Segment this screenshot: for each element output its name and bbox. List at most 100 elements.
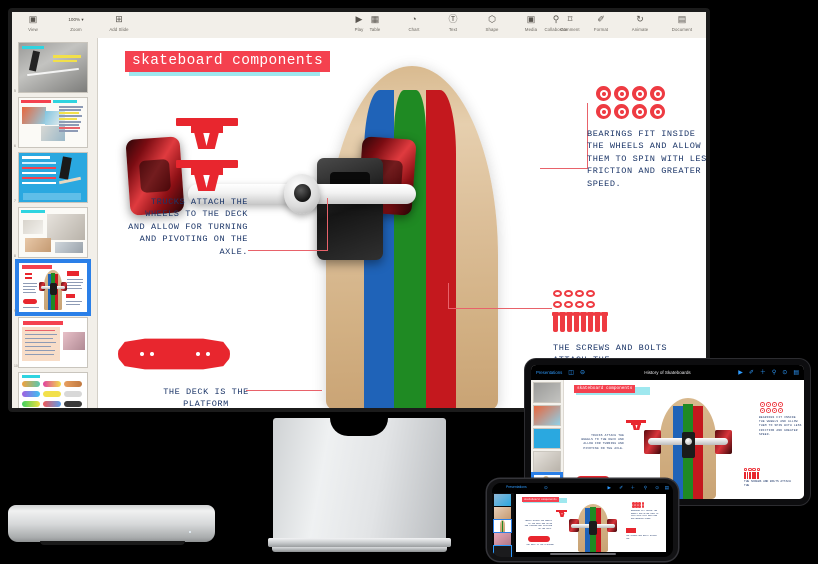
slide-thumbnail-7[interactable]: [18, 152, 88, 203]
bolt-row: [552, 312, 608, 332]
ipad-slide-thumbnail-6[interactable]: [533, 405, 561, 426]
slide-thumbnail-10[interactable]: [18, 317, 88, 368]
nut-icon: [586, 301, 595, 308]
deck-bolt-hole: [206, 352, 210, 356]
sidebar-toggle-icon[interactable]: ◫: [568, 370, 574, 376]
animate-button[interactable]: ↻ Animate: [627, 14, 653, 32]
iphone-slide-canvas[interactable]: skateboard components BEARINGS FIT INSID…: [516, 494, 666, 552]
insert-icon[interactable]: ＋: [760, 370, 766, 376]
bearings-graphic[interactable]: [596, 86, 665, 119]
iphone-slide-thumbnail-5[interactable]: [494, 494, 511, 506]
more-icon[interactable]: ⊙: [782, 370, 787, 376]
iphone-toolbar[interactable]: Presentations ⊙ ▶ ✐ ＋ ⚲ ⊙ ▤: [492, 483, 673, 493]
iphone-slide-thumbnail-8[interactable]: [494, 533, 511, 545]
trucks-graphic[interactable]: [176, 118, 238, 202]
table-icon: ▦: [370, 14, 380, 24]
format-label: Format: [593, 26, 609, 32]
collaborate-button[interactable]: ⚲ Collaborate: [536, 14, 576, 32]
ipad-toolbar[interactable]: Presentations ◫ ⊖ History of Skateboards…: [531, 365, 804, 380]
animate-icon: ↻: [636, 14, 644, 24]
chart-button[interactable]: ◔ Chart: [401, 14, 427, 32]
slide-thumbnail-5[interactable]: [18, 42, 88, 93]
insert-icon[interactable]: ＋: [631, 485, 636, 491]
bearing-icon: [650, 104, 665, 119]
format-button[interactable]: ✐ Format: [588, 14, 614, 32]
ipad-callout-trucks: TRUCKS ATTACH THE WHEELS TO THE DECK AND…: [581, 434, 624, 450]
ipad-slide-thumbnail-8[interactable]: [533, 451, 561, 472]
bolt-icon: [580, 312, 587, 332]
zoom-label: Zoom: [70, 26, 82, 32]
collaborate-icon[interactable]: ⚲: [772, 370, 776, 376]
screws-graphic[interactable]: [552, 290, 608, 332]
list-item[interactable]: 6: [14, 97, 92, 148]
slide-number: 9: [14, 309, 16, 313]
list-item[interactable]: 8: [14, 207, 92, 258]
more-icon[interactable]: ⊙: [655, 485, 659, 491]
deck-shape-graphic[interactable]: [118, 338, 230, 370]
slide-thumbnail-6[interactable]: [18, 97, 88, 148]
slide-thumbnail-8[interactable]: [18, 207, 88, 258]
text-icon: Ⓣ: [448, 14, 458, 24]
imac-display: ▣ View 100% ▾ Zoom ⊞ Add Slide ▶ Play ▦ …: [8, 8, 710, 412]
slide-number: 6: [14, 144, 16, 148]
text-button[interactable]: Ⓣ Text: [440, 14, 466, 32]
bolt-icon: [594, 312, 601, 332]
slide-thumbnail-9[interactable]: [15, 259, 91, 316]
iphone-slide-thumbnail-6[interactable]: [494, 507, 511, 519]
bolt-icon: [573, 312, 580, 332]
slide-canvas[interactable]: skateboard components TRUCKS ATTACH THE …: [98, 38, 706, 408]
slide-title-group[interactable]: skateboard components: [125, 51, 331, 76]
bearing-icon: [596, 86, 611, 101]
ipad-slide-thumbnail-7[interactable]: [533, 428, 561, 449]
document-icon[interactable]: ▤: [665, 485, 669, 491]
play-icon[interactable]: ▶: [738, 370, 743, 376]
slide-navigator[interactable]: 5 6 7 8 9 10: [12, 38, 98, 408]
bolt-icon: [601, 312, 608, 332]
callout-bearings[interactable]: BEARINGS FIT INSIDE THE WHEELS AND ALLOW…: [587, 128, 706, 190]
iphone-slide-navigator[interactable]: [492, 493, 514, 557]
toolbar-left-group: ▣ View 100% ▾ Zoom ⊞ Add Slide: [20, 14, 132, 32]
animate-label: Animate: [631, 26, 649, 32]
iphone-deck-shape: [528, 536, 550, 542]
nut-icon: [564, 290, 573, 297]
ipad-slide-title: skateboard components: [574, 385, 636, 393]
iphone-screen: Presentations ⊙ ▶ ✐ ＋ ⚲ ⊙ ▤ skateboard c…: [492, 483, 673, 557]
play-icon[interactable]: ▶: [608, 485, 611, 491]
page-title[interactable]: skateboard components: [125, 51, 331, 72]
more-icon[interactable]: ⊙: [544, 485, 548, 491]
list-item[interactable]: 5: [14, 42, 92, 93]
truck-icon: [176, 160, 238, 194]
back-to-presentations-button[interactable]: Presentations: [506, 485, 527, 489]
add-slide-button[interactable]: ⊞ Add Slide: [106, 14, 132, 32]
zoom-value: 100% ▾: [68, 16, 84, 22]
back-to-presentations-button[interactable]: Presentations: [536, 370, 562, 375]
callout-deck[interactable]: THE DECK IS THE PLATFORM: [146, 386, 266, 408]
display-stand: [273, 418, 446, 540]
view-button[interactable]: ▣ View: [20, 14, 46, 32]
list-item[interactable]: 7: [14, 152, 92, 203]
format-brush-icon[interactable]: ✐: [619, 485, 623, 491]
keynote-toolbar[interactable]: ▣ View 100% ▾ Zoom ⊞ Add Slide ▶ Play ▦ …: [12, 12, 706, 39]
zoom-control[interactable]: 100% ▾ Zoom: [59, 14, 93, 32]
nut-icon: [553, 301, 562, 308]
ipad-toolbar-right: ▶ ✐ ＋ ⚲ ⊙ ▤: [738, 370, 799, 376]
iphone-slide-thumbnail-7[interactable]: [493, 519, 512, 533]
collaborate-icon[interactable]: ⚲: [644, 485, 647, 491]
shape-button[interactable]: ⬡ Shape: [479, 14, 505, 32]
ipad-slide-thumbnail-5[interactable]: [533, 382, 561, 403]
document-icon[interactable]: ▤: [793, 370, 799, 376]
iphone-callout-deck: THE DECK IS THE PLATFORM: [526, 543, 554, 546]
iphone: Presentations ⊙ ▶ ✐ ＋ ⚲ ⊙ ▤ skateboard c…: [487, 479, 678, 561]
callout-trucks[interactable]: TRUCKS ATTACH THE WHEELS TO THE DECK AND…: [128, 196, 248, 258]
list-item[interactable]: 10: [14, 317, 92, 368]
toolbar-right-group: ✐ Format ↻ Animate ▤ Document: [588, 14, 698, 32]
document-button[interactable]: ▤ Document: [666, 14, 698, 32]
list-item[interactable]: 9: [14, 259, 92, 316]
format-brush-icon[interactable]: ✐: [749, 370, 754, 376]
table-button[interactable]: ▦ Table: [362, 14, 388, 32]
iphone-add-slide[interactable]: [493, 545, 512, 557]
zoom-icon[interactable]: ⊖: [580, 370, 585, 376]
slide-thumbnail-11[interactable]: [18, 372, 88, 408]
text-label: Text: [448, 26, 458, 32]
list-item[interactable]: 11: [18, 372, 92, 408]
